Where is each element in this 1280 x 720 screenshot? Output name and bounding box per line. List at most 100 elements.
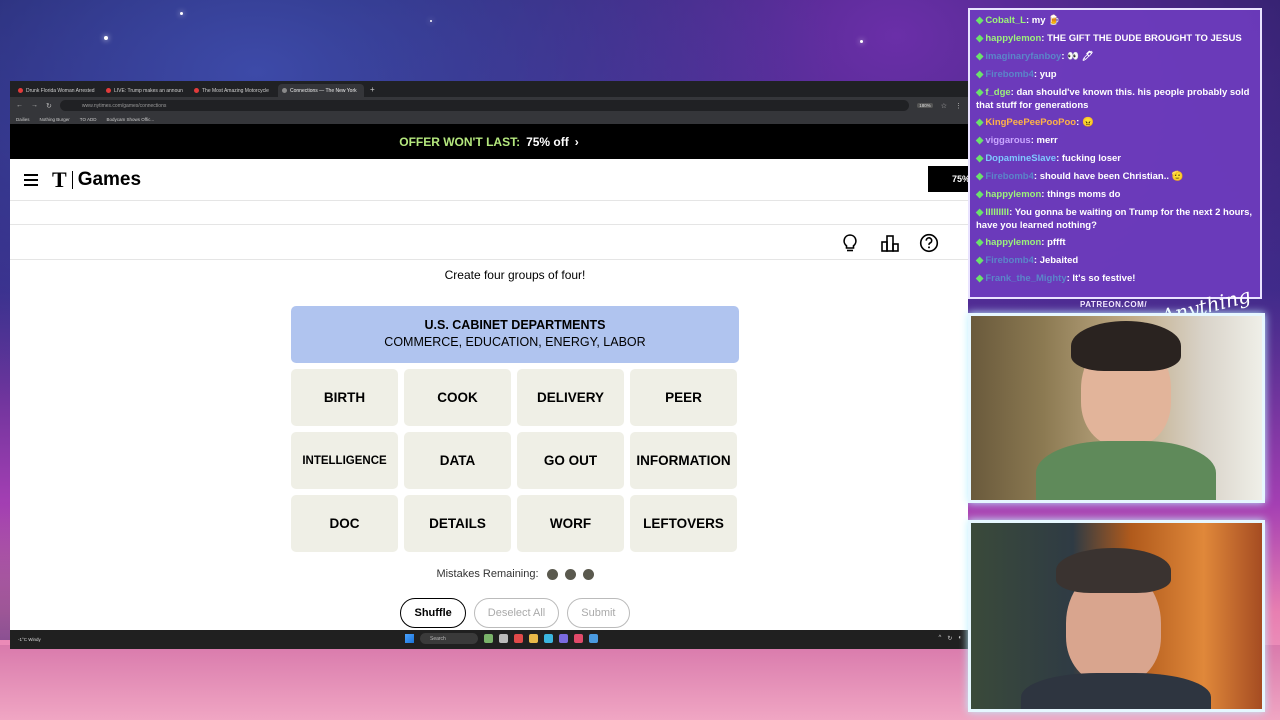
- chat-text: THE GIFT THE DUDE BROUGHT TO JESUS: [1047, 33, 1242, 44]
- file-explorer-icon[interactable]: [529, 634, 538, 643]
- mistake-dot: [582, 568, 594, 580]
- word-tile[interactable]: INTELLIGENCE: [291, 432, 398, 489]
- app-icon[interactable]: [574, 634, 583, 643]
- bookmark-item[interactable]: Bodycam Shows Offic...: [106, 117, 154, 122]
- word-tile[interactable]: DETAILS: [404, 495, 511, 552]
- tile-grid: BIRTH COOK DELIVERY PEER INTELLIGENCE DA…: [291, 369, 739, 552]
- word-tile[interactable]: DELIVERY: [517, 369, 624, 426]
- connections-icon: [282, 88, 287, 93]
- chat-username: happylemon: [985, 237, 1042, 248]
- bookmark-item[interactable]: Nothing Burger: [40, 117, 70, 122]
- chat-username: Firebomb4: [985, 171, 1034, 182]
- bookmark-star-icon[interactable]: ☆: [941, 102, 947, 110]
- user-badge-icon: ◆: [976, 87, 984, 98]
- tab-title: Drunk Florida Woman Arrested: [26, 87, 95, 94]
- chat-username: Frank_the_Mighty: [985, 273, 1067, 284]
- app-icon[interactable]: [484, 634, 493, 643]
- task-view-icon[interactable]: [499, 634, 508, 643]
- word-tile[interactable]: LEFTOVERS: [630, 495, 737, 552]
- mistake-dot: [564, 568, 576, 580]
- chat-message: ◆ viggarous: merr: [976, 132, 1254, 150]
- steam-icon[interactable]: [589, 634, 598, 643]
- menu-icon[interactable]: ⋮: [955, 102, 962, 110]
- chat-text: Jebaited: [1039, 255, 1079, 266]
- system-tray: ^ ↻ ◐: [939, 635, 962, 642]
- offer-discount: 75% off: [526, 134, 569, 149]
- webcam-streamer-2: [968, 520, 1265, 712]
- webcam-streamer-1: [968, 313, 1265, 503]
- submit-button[interactable]: Submit: [567, 598, 630, 628]
- chat-message: ◆ DopamineSlave: fucking loser: [976, 150, 1254, 168]
- person-shirt: [1021, 673, 1211, 709]
- word-tile[interactable]: DOC: [291, 495, 398, 552]
- user-badge-icon: ◆: [976, 273, 984, 284]
- chevron-right-icon: ›: [574, 134, 579, 149]
- bookmark-item[interactable]: Dailies: [16, 117, 30, 122]
- user-badge-icon: ◆: [976, 51, 984, 62]
- chat-text: merr: [1036, 135, 1058, 146]
- connections-game: Create four groups of four! U.S. CABINET…: [291, 268, 739, 628]
- word-tile[interactable]: GO OUT: [517, 432, 624, 489]
- tab-bar: Drunk Florida Woman Arrested LIVE: Trump…: [10, 81, 968, 97]
- word-tile[interactable]: PEER: [630, 369, 737, 426]
- chat-message: ◆ IIIIIIIII: You gonna be waiting on Trum…: [976, 204, 1254, 234]
- volume-icon[interactable]: ◐: [958, 635, 962, 642]
- star-decoration: [104, 36, 108, 40]
- chat-username: Firebomb4: [985, 69, 1034, 80]
- chat-message: ◆ Cobalt_L: my 🍺: [976, 12, 1254, 30]
- chat-text: my 🍺: [1031, 15, 1060, 26]
- browser-tab[interactable]: Drunk Florida Woman Arrested: [14, 84, 100, 97]
- network-icon[interactable]: ↻: [947, 635, 952, 642]
- browser-app-icon[interactable]: [514, 634, 523, 643]
- chat-message: ◆ happylemon: things moms do: [976, 186, 1254, 204]
- word-tile[interactable]: WORF: [517, 495, 624, 552]
- youtube-icon: [106, 88, 111, 93]
- chat-text: You gonna be waiting on Trump for the ne…: [976, 207, 1253, 231]
- user-badge-icon: ◆: [976, 135, 984, 146]
- nyt-games-logo[interactable]: T Games: [52, 167, 141, 193]
- url-field[interactable]: www.nytimes.com/games/connections: [59, 100, 910, 111]
- windows-taskbar: -1°C Windy Search ^ ↻ ◐: [10, 630, 968, 649]
- back-icon[interactable]: ←: [16, 102, 23, 109]
- taskbar-search[interactable]: Search: [420, 633, 478, 644]
- weather-widget[interactable]: -1°C Windy: [18, 637, 58, 642]
- new-tab-icon[interactable]: +: [370, 85, 375, 94]
- app-icon[interactable]: [559, 634, 568, 643]
- offer-banner[interactable]: OFFER WON'T LAST: 75% off ›: [10, 124, 968, 159]
- deselect-all-button[interactable]: Deselect All: [473, 598, 560, 628]
- hamburger-menu-icon[interactable]: [24, 173, 38, 186]
- mistake-dot: [546, 568, 558, 580]
- chat-text: should have been Christian.. 🫡: [1039, 171, 1184, 182]
- bookmark-item[interactable]: TO ADD: [80, 117, 97, 122]
- chat-text: 👀 🖊: [1067, 51, 1094, 62]
- browser-tab[interactable]: The Most Amazing Motorcycle: [190, 84, 276, 97]
- browser-tab[interactable]: LIVE: Trump makes an announ: [102, 84, 188, 97]
- reload-icon[interactable]: ↻: [46, 102, 52, 110]
- word-tile[interactable]: COOK: [404, 369, 511, 426]
- ad-strip: [10, 201, 968, 225]
- chevron-up-icon[interactable]: ^: [939, 635, 942, 642]
- browser-tab-active[interactable]: Connections — The New York: [278, 84, 364, 97]
- word-tile[interactable]: INFORMATION: [630, 432, 737, 489]
- chat-message: ◆ Firebomb4: Jebaited: [976, 252, 1254, 270]
- hint-lightbulb-icon[interactable]: [840, 233, 860, 253]
- forward-icon[interactable]: →: [31, 102, 38, 109]
- chat-message: ◆ Firebomb4: should have been Christian..…: [976, 168, 1254, 186]
- word-tile[interactable]: BIRTH: [291, 369, 398, 426]
- chat-message: ◆ happylemon: pffft: [976, 234, 1254, 252]
- help-icon[interactable]: [919, 233, 939, 253]
- offer-label: OFFER WON'T LAST:: [399, 134, 521, 149]
- word-tile[interactable]: DATA: [404, 432, 511, 489]
- zoom-indicator[interactable]: 180%: [917, 103, 933, 108]
- solved-group: U.S. CABINET DEPARTMENTS COMMERCE, EDUCA…: [291, 306, 739, 363]
- person-hair: [1071, 321, 1181, 371]
- subscribe-button[interactable]: 75%: [928, 166, 968, 192]
- windows-start-icon[interactable]: [405, 634, 414, 643]
- chat-message: ◆ imaginaryfanboy: 👀 🖊: [976, 48, 1254, 66]
- chat-message: ◆ f_dge: dan should've known this. his pe…: [976, 84, 1254, 114]
- leaderboard-icon[interactable]: [880, 233, 900, 253]
- chat-username: viggarous: [985, 135, 1031, 146]
- chat-username: Cobalt_L: [985, 15, 1026, 26]
- shuffle-button[interactable]: Shuffle: [400, 598, 466, 628]
- app-icon[interactable]: [544, 634, 553, 643]
